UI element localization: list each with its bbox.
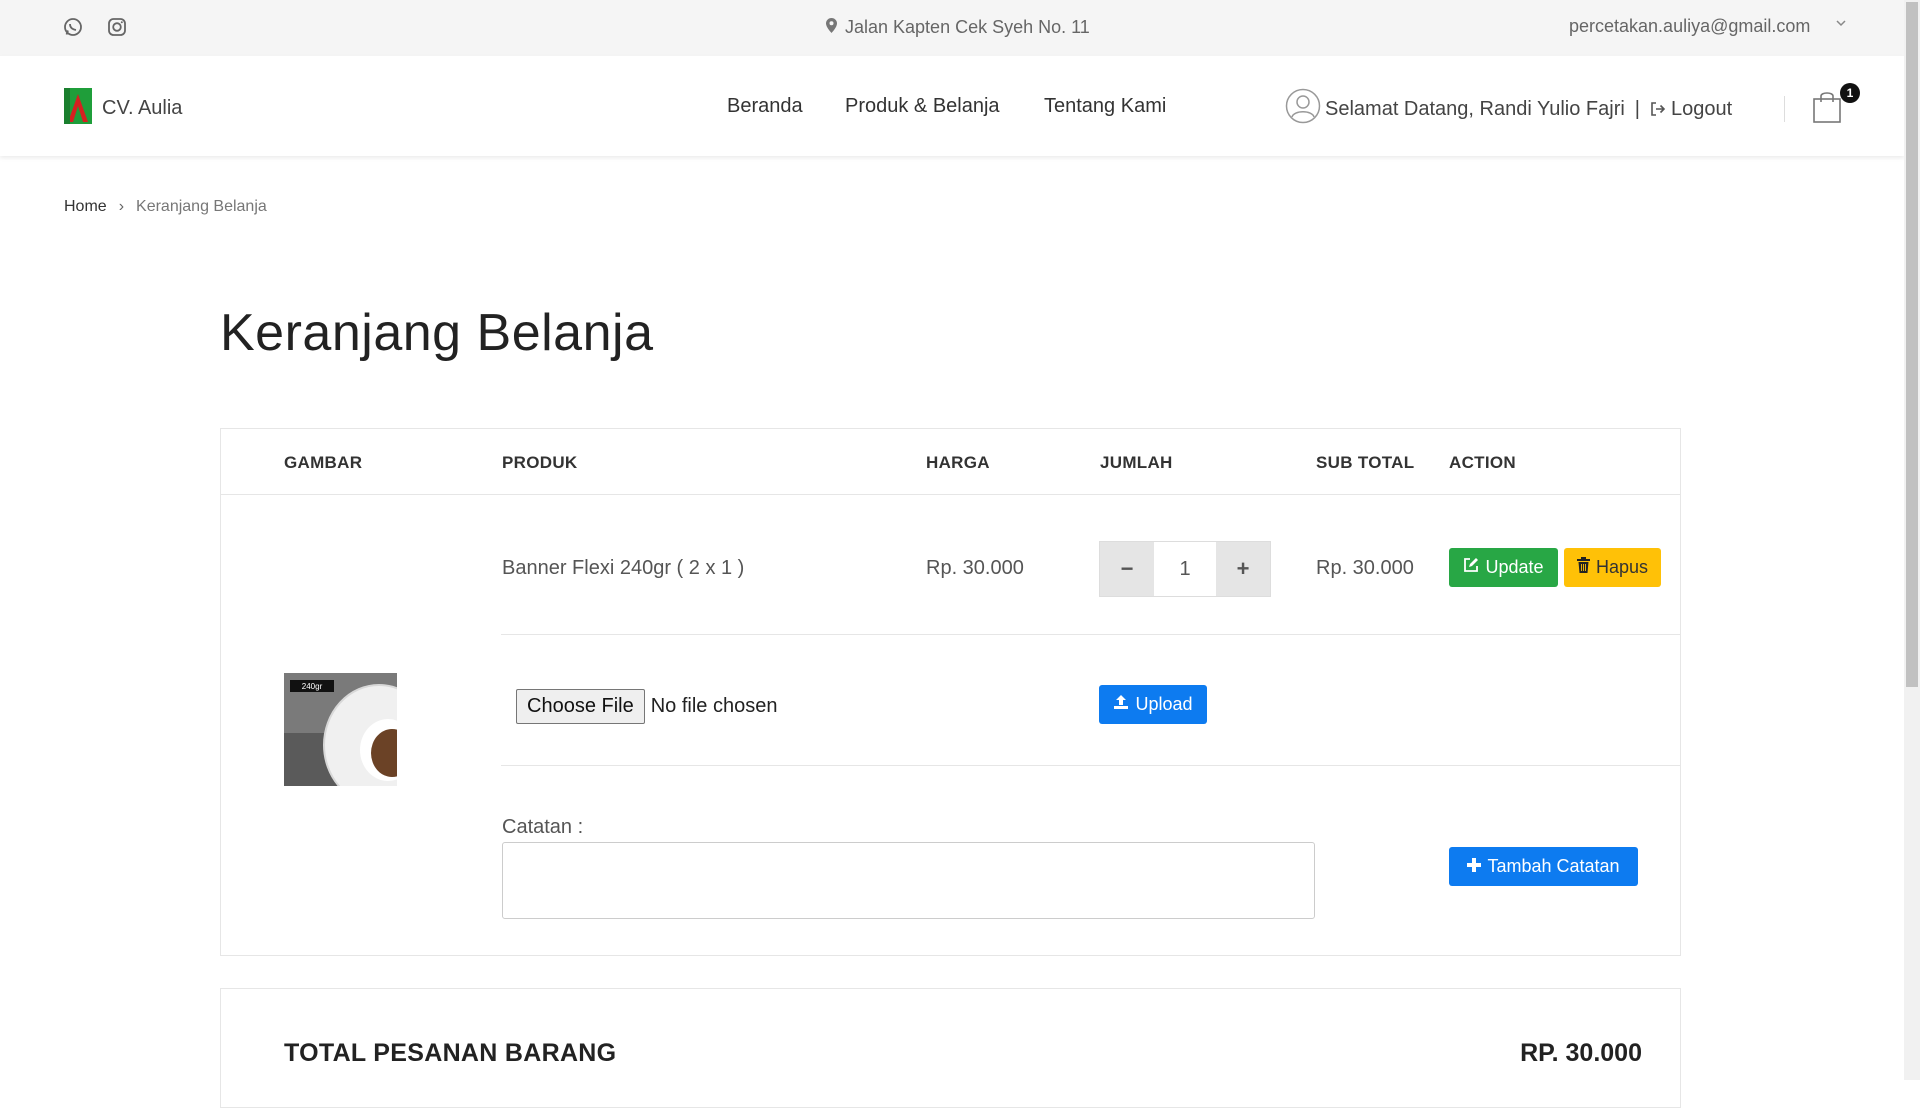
update-label: Update <box>1485 557 1544 577</box>
breadcrumb-chevron-icon: › <box>118 198 125 215</box>
user-menu: Selamat Datang, Randi Yulio Fajri | Logo… <box>1285 88 1732 130</box>
contact-email[interactable]: percetakan.auliya@gmail.com <box>1569 16 1810 37</box>
add-note-button[interactable]: Tambah Catatan <box>1449 847 1638 886</box>
quantity-increase-button[interactable]: + <box>1216 542 1270 596</box>
user-separator: | <box>1634 97 1640 120</box>
col-harga: HARGA <box>926 453 990 472</box>
quantity-stepper: − 1 + <box>1099 541 1271 597</box>
whatsapp-icon[interactable] <box>61 15 85 39</box>
col-gambar: GAMBAR <box>284 453 363 472</box>
col-subtotal: SUB TOTAL <box>1316 453 1415 472</box>
order-total-box: TOTAL PESANAN BARANG RP. 30.000 <box>220 988 1681 1108</box>
map-marker-icon <box>826 17 837 38</box>
logout-icon[interactable] <box>1650 101 1666 117</box>
breadcrumb: Home › Keranjang Belanja <box>64 198 267 216</box>
cart-button[interactable]: 1 <box>1812 83 1860 124</box>
address-text: Jalan Kapten Cek Syeh No. 11 <box>845 17 1090 37</box>
choose-file-button[interactable]: Choose File <box>516 689 645 724</box>
product-image: 240gr <box>284 673 397 786</box>
logo-icon <box>64 88 92 129</box>
note-textarea[interactable] <box>502 842 1315 919</box>
welcome-text: Selamat Datang, Randi Yulio Fajri <box>1325 97 1625 120</box>
product-subtotal: Rp. 30.000 <box>1316 557 1414 579</box>
main-header: CV. Aulia Beranda Produk & Belanja Tenta… <box>0 56 1904 156</box>
col-action: ACTION <box>1449 453 1516 472</box>
nav-beranda[interactable]: Beranda <box>727 95 803 118</box>
nav-produk-belanja[interactable]: Produk & Belanja <box>845 95 1000 118</box>
total-amount: RP. 30.000 <box>1520 1039 1642 1067</box>
edit-icon <box>1463 557 1479 578</box>
add-note-label: Tambah Catatan <box>1487 856 1620 876</box>
upload-label: Upload <box>1135 694 1193 714</box>
upload-button[interactable]: Upload <box>1099 685 1207 724</box>
user-avatar-icon[interactable] <box>1285 88 1321 130</box>
plus-icon <box>1467 856 1482 877</box>
breadcrumb-home[interactable]: Home <box>64 198 107 216</box>
upload-icon <box>1113 694 1129 715</box>
table-header: GAMBAR PRODUK HARGA JUMLAH SUB TOTAL ACT… <box>221 429 1680 495</box>
logout-link[interactable]: Logout <box>1671 98 1732 121</box>
quantity-input[interactable]: 1 <box>1154 542 1216 596</box>
site-logo[interactable]: CV. Aulia <box>64 88 182 129</box>
product-name: Banner Flexi 240gr ( 2 x 1 ) <box>502 557 745 579</box>
col-produk: PRODUK <box>502 453 578 472</box>
row-divider <box>501 765 1681 766</box>
scrollbar-thumb[interactable] <box>1906 2 1918 687</box>
delete-button[interactable]: Hapus <box>1564 548 1661 587</box>
file-status: No file chosen <box>650 695 778 717</box>
file-picker: Choose File No file chosen <box>516 689 777 724</box>
top-bar: Jalan Kapten Cek Syeh No. 11 percetakan.… <box>0 0 1904 56</box>
row-divider <box>501 634 1681 635</box>
instagram-icon[interactable] <box>105 15 129 39</box>
total-label: TOTAL PESANAN BARANG <box>284 1039 617 1067</box>
page-scrollbar[interactable] <box>1904 0 1920 1080</box>
brand-name: CV. Aulia <box>102 97 183 119</box>
product-price: Rp. 30.000 <box>926 557 1024 579</box>
delete-label: Hapus <box>1595 557 1649 577</box>
nav-tentang-kami[interactable]: Tentang Kami <box>1044 95 1166 118</box>
col-jumlah: JUMLAH <box>1100 453 1173 472</box>
shopping-bag-icon <box>1812 92 1842 128</box>
cart-count-badge: 1 <box>1840 83 1860 103</box>
trash-icon <box>1576 557 1590 578</box>
cart-table: GAMBAR PRODUK HARGA JUMLAH SUB TOTAL ACT… <box>220 428 1681 956</box>
quantity-decrease-button[interactable]: − <box>1100 542 1154 596</box>
page-title: Keranjang Belanja <box>220 304 654 362</box>
note-label: Catatan : <box>502 816 584 838</box>
breadcrumb-current: Keranjang Belanja <box>136 198 267 215</box>
chevron-down-icon[interactable] <box>1835 16 1847 34</box>
store-address: Jalan Kapten Cek Syeh No. 11 <box>826 17 1090 38</box>
header-divider <box>1784 96 1785 122</box>
update-button[interactable]: Update <box>1449 548 1558 587</box>
product-image-label: 240gr <box>302 682 323 691</box>
